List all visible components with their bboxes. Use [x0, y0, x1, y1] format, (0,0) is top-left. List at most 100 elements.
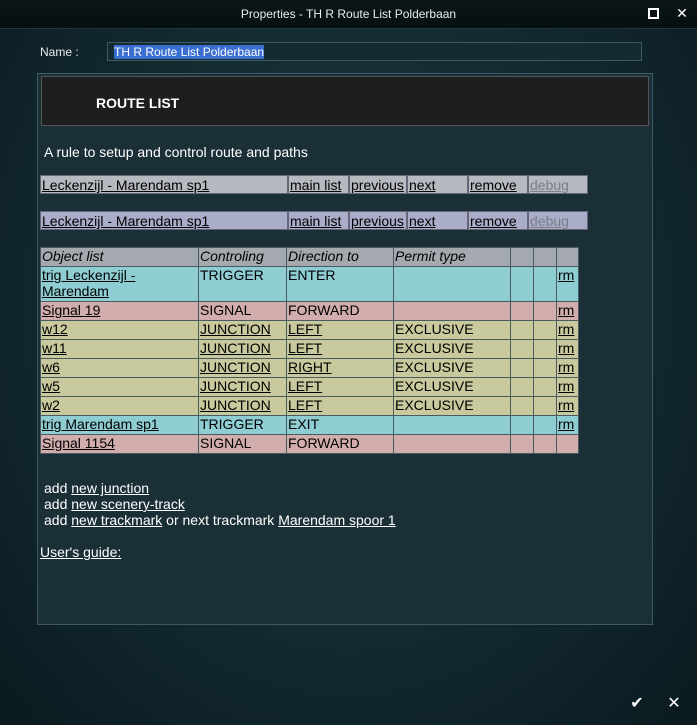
remove-link[interactable]: remove	[468, 175, 528, 194]
remove-row-link[interactable]: rm	[558, 359, 574, 375]
col-empty	[510, 247, 534, 267]
remove-row-link[interactable]: rm	[558, 416, 574, 432]
direction-link[interactable]: LEFT	[288, 340, 322, 356]
nav-row-1: Leckenzijl - Marendam sp1 main list prev…	[40, 175, 588, 194]
object-link[interactable]: w2	[42, 397, 60, 413]
or-next-text: or next trackmark	[166, 512, 275, 528]
object-table: Object list Controling Direction to Perm…	[40, 247, 579, 454]
direction-cell: EXIT	[286, 415, 394, 435]
object-link[interactable]: trig Leckenzijl - Marendam	[42, 267, 135, 299]
table-row: w5 JUNCTION LEFT EXCLUSIVE rm	[40, 377, 579, 397]
window-title: Properties - TH R Route List Polderbaan	[240, 7, 457, 21]
direction-link[interactable]: RIGHT	[288, 359, 332, 375]
add-trackmark-line: add new trackmark or next trackmark Mare…	[44, 512, 396, 528]
nav-row-2: Leckenzijl - Marendam sp1 main list prev…	[40, 211, 588, 230]
remove-row-link[interactable]: rm	[558, 340, 574, 356]
table-row: trig Marendam sp1 TRIGGER EXIT rm	[40, 415, 579, 435]
control-link[interactable]: JUNCTION	[200, 378, 271, 394]
name-value: TH R Route List Polderbaan	[114, 45, 265, 59]
col-empty	[556, 247, 579, 267]
new-junction-link[interactable]: new junction	[71, 480, 149, 496]
check-icon[interactable]: ✔	[628, 695, 646, 713]
control-link[interactable]: JUNCTION	[200, 359, 271, 375]
remove-row-cell	[556, 434, 579, 454]
table-header: Object list Controling Direction to Perm…	[40, 247, 579, 267]
control-link[interactable]: JUNCTION	[200, 397, 271, 413]
table-row: w11 JUNCTION LEFT EXCLUSIVE rm	[40, 339, 579, 359]
control-cell: SIGNAL	[198, 301, 287, 321]
object-link[interactable]: w11	[42, 340, 67, 356]
previous-link[interactable]: previous	[349, 175, 407, 194]
object-link[interactable]: w12	[42, 321, 68, 337]
close-icon[interactable]: ✕	[675, 6, 689, 20]
close-icon[interactable]: ✕	[665, 695, 683, 713]
add-scenery-line: add new scenery-track	[44, 496, 396, 512]
permit-cell	[393, 434, 511, 454]
control-cell: TRIGGER	[198, 266, 287, 302]
table-row: w12 JUNCTION LEFT EXCLUSIVE rm	[40, 320, 579, 340]
table-row: Signal 19 SIGNAL FORWARD rm	[40, 301, 579, 321]
remove-row-link[interactable]: rm	[558, 302, 574, 318]
direction-cell: FORWARD	[286, 301, 394, 321]
control-link[interactable]: JUNCTION	[200, 321, 271, 337]
route-link[interactable]: Leckenzijl - Marendam sp1	[40, 175, 288, 194]
permit-cell	[393, 301, 511, 321]
table-row: Signal 1154 SIGNAL FORWARD	[40, 434, 579, 454]
col-direction: Direction to	[286, 247, 394, 267]
remove-row-link[interactable]: rm	[558, 321, 574, 337]
col-empty	[533, 247, 557, 267]
control-link[interactable]: JUNCTION	[200, 340, 271, 356]
add-text: add	[44, 496, 68, 512]
maximize-icon[interactable]	[646, 6, 660, 20]
previous-link[interactable]: previous	[349, 211, 407, 230]
add-links: add new junction add new scenery-track a…	[44, 480, 396, 528]
name-label: Name :	[40, 45, 79, 59]
add-text: add	[44, 480, 68, 496]
object-link[interactable]: trig Marendam sp1	[42, 416, 159, 432]
page-title: ROUTE LIST	[96, 95, 180, 111]
permit-cell: EXCLUSIVE	[393, 396, 511, 416]
add-junction-line: add new junction	[44, 480, 396, 496]
remove-row-link[interactable]: rm	[558, 267, 574, 283]
object-link[interactable]: w5	[42, 378, 60, 394]
title-bar: Properties - TH R Route List Polderbaan …	[0, 0, 697, 29]
description: A rule to setup and control route and pa…	[44, 144, 308, 160]
remove-row-link[interactable]: rm	[558, 378, 574, 394]
direction-link[interactable]: LEFT	[288, 397, 322, 413]
new-scenery-track-link[interactable]: new scenery-track	[71, 496, 185, 512]
permit-cell: EXCLUSIVE	[393, 339, 511, 359]
main-list-link[interactable]: main list	[288, 211, 349, 230]
next-link[interactable]: next	[407, 175, 468, 194]
permit-cell: EXCLUSIVE	[393, 358, 511, 378]
direction-cell: ENTER	[286, 266, 394, 302]
remove-link[interactable]: remove	[468, 211, 528, 230]
debug-link[interactable]: debug	[528, 211, 588, 230]
object-link[interactable]: w6	[42, 359, 60, 375]
table-row: w2 JUNCTION LEFT EXCLUSIVE rm	[40, 396, 579, 416]
users-guide-link[interactable]: User's guide:	[40, 544, 121, 560]
route-list-header: ROUTE LIST	[41, 76, 649, 126]
permit-cell: EXCLUSIVE	[393, 320, 511, 340]
direction-cell: FORWARD	[286, 434, 394, 454]
col-controling: Controling	[198, 247, 287, 267]
remove-row-link[interactable]: rm	[558, 397, 574, 413]
add-text: add	[44, 512, 68, 528]
route-link[interactable]: Leckenzijl - Marendam sp1	[40, 211, 288, 230]
col-object-list: Object list	[40, 247, 199, 267]
object-link[interactable]: Signal 1154	[42, 435, 115, 451]
direction-link[interactable]: LEFT	[288, 378, 322, 394]
permit-cell	[393, 415, 511, 435]
table-row: trig Leckenzijl - Marendam TRIGGER ENTER…	[40, 266, 579, 302]
permit-cell: EXCLUSIVE	[393, 377, 511, 397]
next-link[interactable]: next	[407, 211, 468, 230]
direction-link[interactable]: LEFT	[288, 321, 322, 337]
new-trackmark-link[interactable]: new trackmark	[71, 512, 162, 528]
object-link[interactable]: Signal 19	[42, 302, 100, 318]
main-list-link[interactable]: main list	[288, 175, 349, 194]
properties-panel: ROUTE LIST A rule to setup and control r…	[37, 73, 653, 625]
name-input[interactable]: TH R Route List Polderbaan	[107, 42, 642, 61]
next-trackmark-link[interactable]: Marendam spoor 1	[278, 512, 396, 528]
debug-link[interactable]: debug	[528, 175, 588, 194]
col-permit: Permit type	[393, 247, 511, 267]
control-cell: SIGNAL	[198, 434, 287, 454]
